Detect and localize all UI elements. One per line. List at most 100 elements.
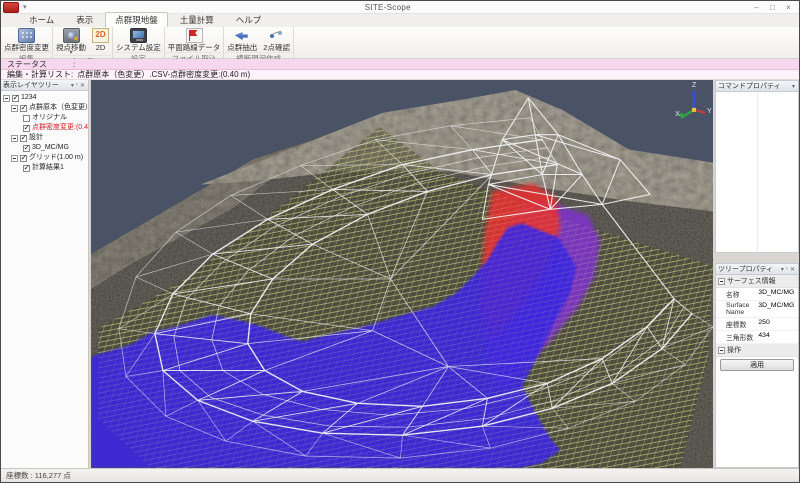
tree-label: 点群密度変更:(0.40 m) bbox=[32, 123, 88, 133]
ribbon-group-file-import: 平面路線データ ファイル取込 bbox=[165, 27, 225, 58]
expander-icon[interactable] bbox=[11, 155, 18, 162]
checkbox[interactable] bbox=[12, 95, 19, 102]
button-label: 点群密度変更 bbox=[4, 44, 49, 52]
expander-icon[interactable] bbox=[11, 105, 18, 112]
apply-button[interactable]: 適用 bbox=[720, 359, 794, 371]
button-label: 2D bbox=[96, 44, 106, 52]
plane-route-data-button[interactable]: 平面路線データ bbox=[166, 28, 223, 52]
button-label: 2点確認 bbox=[263, 44, 290, 52]
expander-icon[interactable] bbox=[11, 135, 18, 142]
layer-tree-panel: 表示レイヤツリー ▾ ▫ ✕ 1234 点群原本（色変更）.CSV bbox=[1, 80, 89, 468]
status-label: ステータス bbox=[7, 59, 47, 70]
tab-pointcloud-ground[interactable]: 点群現地盤 bbox=[105, 12, 168, 27]
maximize-button[interactable]: □ bbox=[765, 2, 780, 13]
expander-icon[interactable] bbox=[718, 278, 725, 285]
2d-icon: 2D bbox=[92, 28, 109, 43]
command-properties-header: コマンドプロパティ ▾ bbox=[716, 81, 798, 92]
minimize-button[interactable]: – bbox=[749, 2, 764, 13]
property-value: 434 bbox=[758, 332, 798, 342]
tree-item-result[interactable]: 計算結果1 bbox=[23, 163, 88, 173]
tree-item-density[interactable]: 点群密度変更:(0.40 m) bbox=[23, 123, 88, 133]
tree-item-surface[interactable]: 3D_MC/MG bbox=[23, 143, 88, 153]
property-label: Surface Name bbox=[726, 302, 758, 316]
property-label: 座標数 bbox=[726, 319, 758, 329]
group-operation[interactable]: 操作 bbox=[716, 344, 798, 357]
checkbox[interactable] bbox=[23, 115, 30, 122]
checkbox[interactable] bbox=[23, 145, 30, 152]
ribbon-group-settings: システム設定 設定 bbox=[113, 27, 165, 58]
layer-tree-header: 表示レイヤツリー ▾ ▫ ✕ bbox=[1, 80, 88, 91]
tree-item-design[interactable]: 設計 bbox=[11, 133, 88, 143]
tree-properties-header: ツリープロパティ ▾ ▫ ✕ bbox=[716, 264, 798, 275]
tree-item-grid[interactable]: グリッド(1.00 m) bbox=[11, 153, 88, 163]
viewport-3d[interactable]: X Y Z bbox=[91, 80, 713, 468]
tree-item-csv[interactable]: 点群原本（色変更）.CSV bbox=[11, 103, 88, 113]
x-axis-label: X bbox=[675, 111, 680, 118]
button-label: システム設定 bbox=[116, 44, 161, 52]
ribbon: 点群密度変更 編集 視点移動 ▾ 2D 2D カメラ bbox=[1, 27, 799, 59]
checkbox[interactable] bbox=[20, 155, 27, 162]
tab-home[interactable]: ホーム bbox=[19, 12, 64, 27]
system-settings-icon bbox=[130, 28, 147, 43]
panel-close-icon[interactable]: ✕ bbox=[79, 82, 86, 89]
command-properties-body bbox=[716, 92, 798, 252]
checkbox[interactable] bbox=[20, 135, 27, 142]
ribbon-group-cross-section: 点群抽出 2点確認 横断現況作成 bbox=[224, 27, 294, 58]
viewpoint-move-button[interactable]: 視点移動 ▾ bbox=[54, 28, 88, 55]
expander-icon[interactable] bbox=[718, 347, 725, 354]
panel-gap bbox=[715, 253, 799, 263]
point-extract-button[interactable]: 点群抽出 bbox=[225, 28, 259, 52]
tree-label: 設計 bbox=[29, 133, 43, 143]
tree-label: オリジナル bbox=[32, 113, 67, 123]
point-extract-icon bbox=[234, 28, 251, 43]
property-label: 名称 bbox=[726, 289, 758, 299]
checkbox[interactable] bbox=[20, 105, 27, 112]
command-properties-panel: コマンドプロパティ ▾ bbox=[715, 80, 799, 253]
ribbon-group-edit: 点群密度変更 編集 bbox=[1, 27, 53, 58]
tree-properties-title: ツリープロパティ bbox=[718, 264, 780, 274]
point-count-text: 座標数 : 116,277 点 bbox=[6, 470, 71, 481]
ribbon-tab-row: ホーム 表示 点群現地盤 土量計算 ヘルプ bbox=[1, 14, 799, 27]
panel-close-icon[interactable]: ✕ bbox=[789, 266, 796, 273]
y-axis-label: Y bbox=[707, 108, 712, 115]
property-row-coord-count[interactable]: 座標数 250 bbox=[716, 318, 798, 331]
layer-tree-title: 表示レイヤツリー bbox=[3, 80, 70, 90]
tab-earthwork[interactable]: 土量計算 bbox=[170, 12, 224, 27]
two-point-confirm-button[interactable]: 2点確認 bbox=[261, 28, 292, 52]
close-button[interactable]: × bbox=[781, 2, 796, 13]
checkbox[interactable] bbox=[23, 125, 30, 132]
property-row-name[interactable]: 名称 3D_MC/MG bbox=[716, 288, 798, 301]
tree-label: 1234 bbox=[21, 93, 37, 103]
expander-icon[interactable] bbox=[3, 95, 10, 102]
group-surface-info[interactable]: サーフェス情報 bbox=[716, 275, 798, 288]
layer-tree: 1234 点群原本（色変更）.CSV オリジナル 点群密度変更:(0.40 m) bbox=[1, 91, 88, 468]
view-2d-button[interactable]: 2D 2D bbox=[90, 28, 111, 52]
tab-display[interactable]: 表示 bbox=[66, 12, 103, 27]
property-row-surface-name[interactable]: Surface Name 3D_MC/MG bbox=[716, 301, 798, 318]
property-row-triangle-count[interactable]: 三角形数 434 bbox=[716, 331, 798, 344]
button-label: 平面路線データ bbox=[168, 44, 221, 52]
tree-label: 3D_MC/MG bbox=[32, 143, 69, 153]
point-cloud-density-icon bbox=[18, 28, 35, 43]
ribbon-group-camera: 視点移動 ▾ 2D 2D カメラ bbox=[53, 27, 113, 58]
bottom-status-bar: 座標数 : 116,277 点 bbox=[1, 468, 799, 482]
tab-help[interactable]: ヘルプ bbox=[226, 12, 272, 27]
status-colon: : bbox=[73, 60, 75, 69]
property-value: 3D_MC/MG bbox=[758, 302, 798, 316]
z-axis-label: Z bbox=[692, 82, 697, 89]
edit-calc-list-label: 編集・計算リスト: bbox=[7, 69, 73, 80]
edit-calc-list-row: 編集・計算リスト: 点群原本（色変更）.CSV-点群密度変更:(0.40 m) bbox=[1, 70, 799, 80]
group-label: サーフェス情報 bbox=[727, 276, 776, 286]
command-properties-title: コマンドプロパティ bbox=[718, 81, 791, 91]
checkbox[interactable] bbox=[23, 165, 30, 172]
panel-chevron-icon[interactable]: ▾ bbox=[791, 83, 796, 90]
tree-label: 点群原本（色変更）.CSV bbox=[29, 103, 88, 113]
edit-calc-list-value: 点群原本（色変更）.CSV-点群密度変更:(0.40 m) bbox=[77, 69, 250, 80]
tree-item-root[interactable]: 1234 bbox=[3, 93, 88, 103]
tree-label: グリッド(1.00 m) bbox=[29, 153, 83, 163]
app-menu-icon[interactable] bbox=[3, 2, 19, 13]
tree-label: 計算結果1 bbox=[32, 163, 64, 173]
point-density-change-button[interactable]: 点群密度変更 bbox=[2, 28, 51, 52]
system-settings-button[interactable]: システム設定 bbox=[114, 28, 163, 52]
tree-item-original[interactable]: オリジナル bbox=[23, 113, 88, 123]
